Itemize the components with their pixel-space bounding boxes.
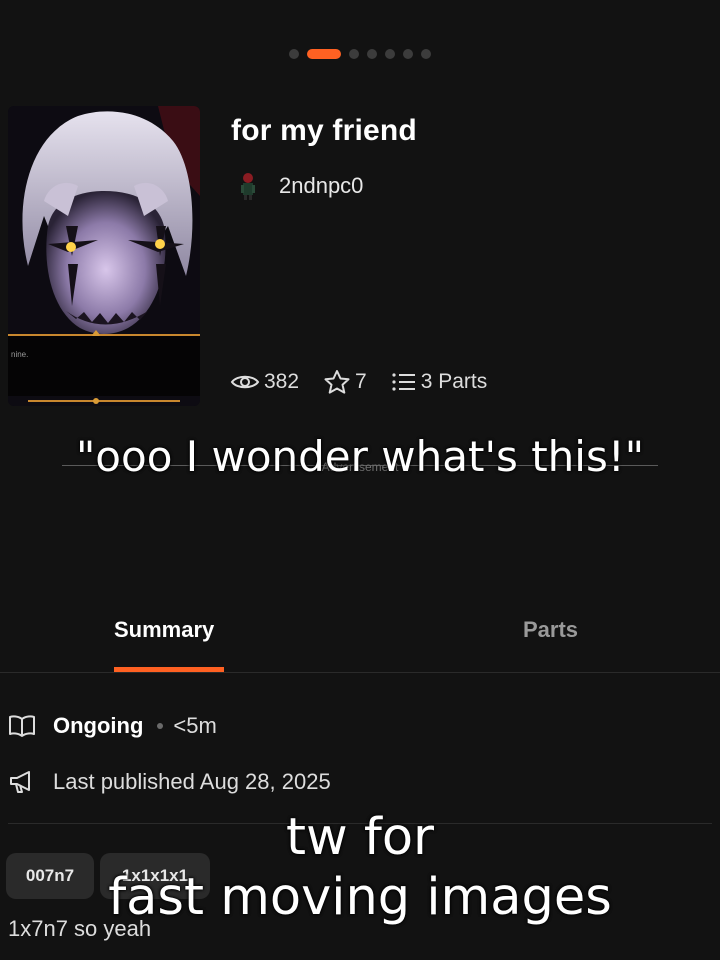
carousel-dot[interactable]: [289, 49, 299, 59]
story-stats: 382 7 3 Parts: [230, 369, 487, 395]
overlay-caption-line-1: tw for: [285, 808, 435, 867]
open-book-icon: [9, 715, 35, 737]
overlay-caption-line-2: fast moving images: [108, 868, 612, 927]
status-row: Ongoing <5m: [8, 713, 217, 739]
carousel-dot[interactable]: [367, 49, 377, 59]
star-icon: [324, 370, 350, 394]
story-title: for my friend: [231, 114, 417, 147]
cover-artwork-icon: [8, 106, 200, 406]
carousel-dot[interactable]: [421, 49, 431, 59]
published-row: Last published Aug 28, 2025: [8, 769, 331, 795]
last-published: Last published Aug 28, 2025: [53, 769, 331, 794]
tab-divider: [0, 672, 720, 673]
status-text: Ongoing: [53, 713, 144, 738]
eye-icon: [230, 375, 260, 389]
list-icon: [392, 373, 415, 391]
reads-stat: 382: [230, 370, 299, 394]
carousel-dot[interactable]: [349, 49, 359, 59]
separator-dot: [157, 723, 164, 729]
author-name[interactable]: 2ndnpc0: [279, 173, 363, 199]
carousel-dot[interactable]: [385, 49, 395, 59]
votes-count: 7: [355, 370, 367, 393]
megaphone-icon: [10, 771, 30, 793]
carousel-dot-active[interactable]: [307, 49, 341, 59]
cover-caption: nine.: [11, 350, 29, 359]
reads-count: 382: [264, 370, 300, 393]
author-avatar[interactable]: [233, 171, 263, 201]
carousel-dot[interactable]: [403, 49, 413, 59]
tab-summary[interactable]: Summary: [114, 617, 214, 643]
parts-stat: 3 Parts: [391, 370, 488, 394]
read-time: <5m: [173, 713, 217, 738]
story-cover[interactable]: nine.: [8, 106, 200, 406]
carousel-indicator: [0, 47, 720, 61]
parts-count: 3 Parts: [420, 370, 488, 393]
votes-stat: 7: [323, 369, 367, 395]
tab-parts[interactable]: Parts: [523, 617, 578, 643]
overlay-caption-top: "ooo I wonder what's this!": [75, 432, 645, 481]
